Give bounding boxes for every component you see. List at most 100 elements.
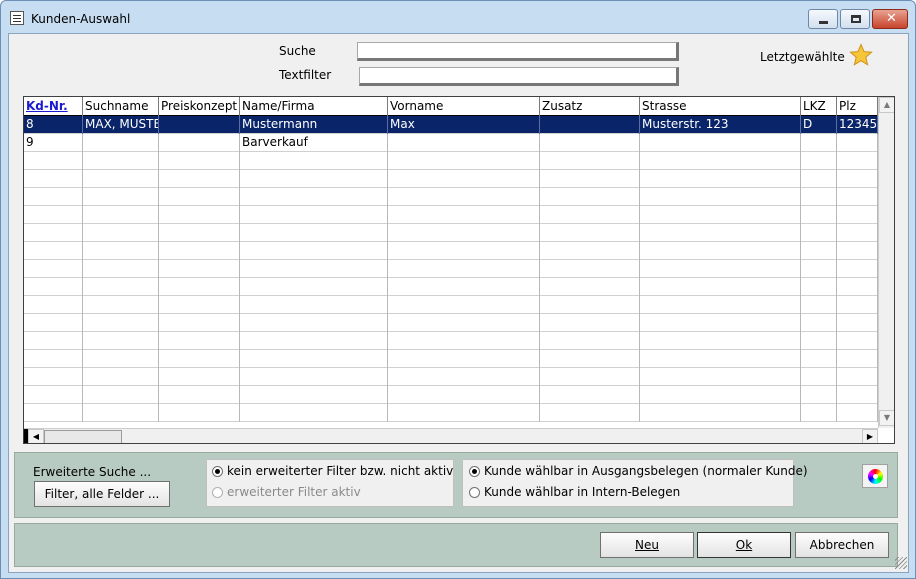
cell-zusatz xyxy=(540,152,640,170)
cell-kd-nr xyxy=(24,404,83,422)
cell-strasse: Musterstr. 123 xyxy=(640,116,801,134)
cell-vorname xyxy=(388,314,540,332)
suche-input[interactable] xyxy=(357,42,679,61)
cell-lkz xyxy=(801,386,837,404)
title-bar[interactable]: Kunden-Auswahl ✕ xyxy=(1,1,915,33)
cell-lkz xyxy=(801,152,837,170)
window-title: Kunden-Auswahl xyxy=(31,12,131,26)
cell-lkz xyxy=(801,224,837,242)
textfilter-input[interactable] xyxy=(359,67,679,86)
cell-suchname xyxy=(83,260,159,278)
header-strasse[interactable]: Strasse xyxy=(640,97,801,116)
header-lkz[interactable]: LKZ xyxy=(801,97,837,116)
cell-vorname xyxy=(388,188,540,206)
maximize-button[interactable] xyxy=(840,9,870,29)
table-row-empty xyxy=(24,314,878,332)
cell-strasse xyxy=(640,260,801,278)
cell-lkz xyxy=(801,404,837,422)
scroll-down-icon[interactable]: ▼ xyxy=(879,410,894,426)
cell-plz: 12345 xyxy=(837,116,878,134)
cell-plz xyxy=(837,404,878,422)
cell-vorname: Max xyxy=(388,116,540,134)
header-name-firma[interactable]: Name/Firma xyxy=(240,97,388,116)
header-plz[interactable]: Plz xyxy=(837,97,878,116)
cell-strasse xyxy=(640,368,801,386)
cell-strasse xyxy=(640,188,801,206)
cell-vorname xyxy=(388,260,540,278)
cell-lkz xyxy=(801,278,837,296)
cell-preiskonzept xyxy=(159,134,240,152)
cell-kd-nr: 8 xyxy=(24,116,83,134)
color-settings-button[interactable] xyxy=(862,464,888,488)
cell-lkz xyxy=(801,242,837,260)
header-zusatz[interactable]: Zusatz xyxy=(540,97,640,116)
scroll-up-icon[interactable]: ▲ xyxy=(879,97,894,113)
horizontal-scrollbar[interactable]: ◀ ▶ xyxy=(24,428,878,443)
header-kd-nr[interactable]: Kd-Nr. xyxy=(24,97,83,116)
cell-plz xyxy=(837,206,878,224)
header-preiskonzept[interactable]: Preiskonzept xyxy=(159,97,240,116)
textfilter-label: Textfilter xyxy=(279,68,332,82)
cell-strasse xyxy=(640,350,801,368)
star-icon[interactable] xyxy=(849,43,873,67)
cell-preiskonzept xyxy=(159,278,240,296)
cell-kd-nr xyxy=(24,296,83,314)
cell-suchname xyxy=(83,170,159,188)
table-row-empty xyxy=(24,224,878,242)
resize-grip-icon[interactable] xyxy=(895,557,907,569)
ok-button[interactable]: Ok xyxy=(697,532,791,558)
cell-plz xyxy=(837,350,878,368)
table-row[interactable]: 9 Barverkauf xyxy=(24,134,878,152)
minimize-button[interactable] xyxy=(808,9,838,29)
cell-zusatz xyxy=(540,350,640,368)
scroll-right-icon[interactable]: ▶ xyxy=(862,429,878,443)
dialog-body: Suche Textfilter Letztgewählte Kd-Nr. Su… xyxy=(8,33,909,573)
cell-name-firma xyxy=(240,314,388,332)
close-button[interactable]: ✕ xyxy=(872,9,908,29)
cell-plz xyxy=(837,296,878,314)
cancel-button[interactable]: Abbrechen xyxy=(795,532,889,558)
cell-zusatz xyxy=(540,296,640,314)
scroll-left-icon[interactable]: ◀ xyxy=(28,429,44,443)
cell-name-firma xyxy=(240,242,388,260)
cell-suchname xyxy=(83,350,159,368)
cell-name-firma xyxy=(240,404,388,422)
cell-lkz xyxy=(801,350,837,368)
cell-kd-nr xyxy=(24,188,83,206)
cell-lkz xyxy=(801,206,837,224)
vertical-scrollbar[interactable]: ▲ ▼ xyxy=(878,97,894,428)
cell-plz xyxy=(837,278,878,296)
radio-dot xyxy=(469,487,480,498)
cell-zusatz xyxy=(540,332,640,350)
customer-table[interactable]: Kd-Nr. Suchname Preiskonzept Name/Firma … xyxy=(23,96,895,444)
scroll-thumb[interactable] xyxy=(44,430,122,443)
cell-vorname xyxy=(388,278,540,296)
cell-vorname xyxy=(388,170,540,188)
cell-plz xyxy=(837,332,878,350)
cell-zusatz xyxy=(540,404,640,422)
cell-suchname xyxy=(83,242,159,260)
cell-strasse xyxy=(640,134,801,152)
cell-lkz xyxy=(801,260,837,278)
filter-all-fields-button[interactable]: Filter, alle Felder ... xyxy=(34,481,170,507)
header-vorname[interactable]: Vorname xyxy=(388,97,540,116)
cell-vorname xyxy=(388,224,540,242)
erweiterte-suche-label: Erweiterte Suche ... xyxy=(33,465,152,479)
header-suchname[interactable]: Suchname xyxy=(83,97,159,116)
cell-plz xyxy=(837,152,878,170)
cell-preiskonzept xyxy=(159,224,240,242)
table-row-empty xyxy=(24,260,878,278)
cell-zusatz xyxy=(540,260,640,278)
minimize-icon xyxy=(819,21,828,24)
cell-zusatz xyxy=(540,386,640,404)
recent-label: Letztgewählte xyxy=(760,50,845,64)
cell-suchname xyxy=(83,134,159,152)
cell-zusatz xyxy=(540,206,640,224)
table-row[interactable]: 8MAX, MUSTERMANN MustermannMax Musterstr. … xyxy=(24,116,878,134)
new-button[interactable]: Neu xyxy=(600,532,694,558)
cell-preiskonzept xyxy=(159,386,240,404)
cell-suchname xyxy=(83,188,159,206)
cell-name-firma xyxy=(240,386,388,404)
table-row-empty xyxy=(24,332,878,350)
cell-vorname xyxy=(388,296,540,314)
